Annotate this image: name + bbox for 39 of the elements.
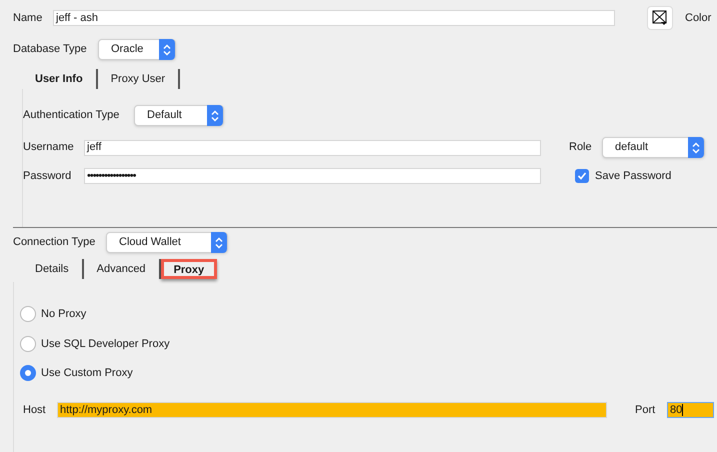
text-field[interactable]: 80 (667, 402, 714, 418)
field-label: Use SQL Developer Proxy (41, 336, 170, 352)
color-picker-icon (652, 10, 668, 26)
field-label: Color (685, 10, 712, 26)
tab[interactable]: Proxy (160, 259, 218, 279)
field-label: Password (23, 169, 72, 184)
field-label: Username (23, 140, 75, 156)
field-label: Port (635, 402, 656, 418)
checkbox[interactable] (575, 169, 589, 184)
field-label: Use Custom Proxy (41, 366, 133, 381)
text-field[interactable]: http://myproxy.com (57, 402, 607, 418)
radio-button[interactable] (20, 336, 36, 352)
tab[interactable]: Details (22, 259, 84, 279)
tab[interactable]: Proxy User (98, 69, 180, 89)
text-field[interactable]: jeff (84, 140, 541, 156)
radio-button[interactable] (20, 306, 36, 322)
dropdown[interactable]: Default (134, 105, 224, 126)
dropdown[interactable]: default (602, 137, 705, 158)
check-icon (577, 171, 587, 182)
field-label: Save Password (595, 169, 672, 184)
radio-button[interactable] (20, 365, 36, 382)
chevron-icon (215, 236, 223, 248)
chevron-icon (692, 142, 700, 154)
dropdown[interactable]: Cloud Wallet (106, 232, 228, 253)
field-label: Role (569, 140, 593, 156)
chevron-icon (211, 110, 219, 122)
field-label: Connection Type (13, 235, 96, 250)
text-field[interactable]: ••••••••••••••••• (84, 168, 541, 184)
dropdown[interactable]: Oracle (98, 39, 176, 60)
field-label: Name (13, 10, 44, 26)
chevron-icon (163, 44, 171, 56)
tab[interactable]: User Info (22, 69, 98, 89)
field-label: Database Type (13, 42, 88, 58)
field-label: No Proxy (41, 307, 86, 322)
tab[interactable]: Advanced (84, 259, 161, 279)
field-label: Host (23, 402, 47, 418)
field-label: Authentication Type (23, 108, 120, 124)
color-button[interactable] (647, 6, 673, 30)
text-field[interactable]: jeff - ash (53, 10, 615, 26)
